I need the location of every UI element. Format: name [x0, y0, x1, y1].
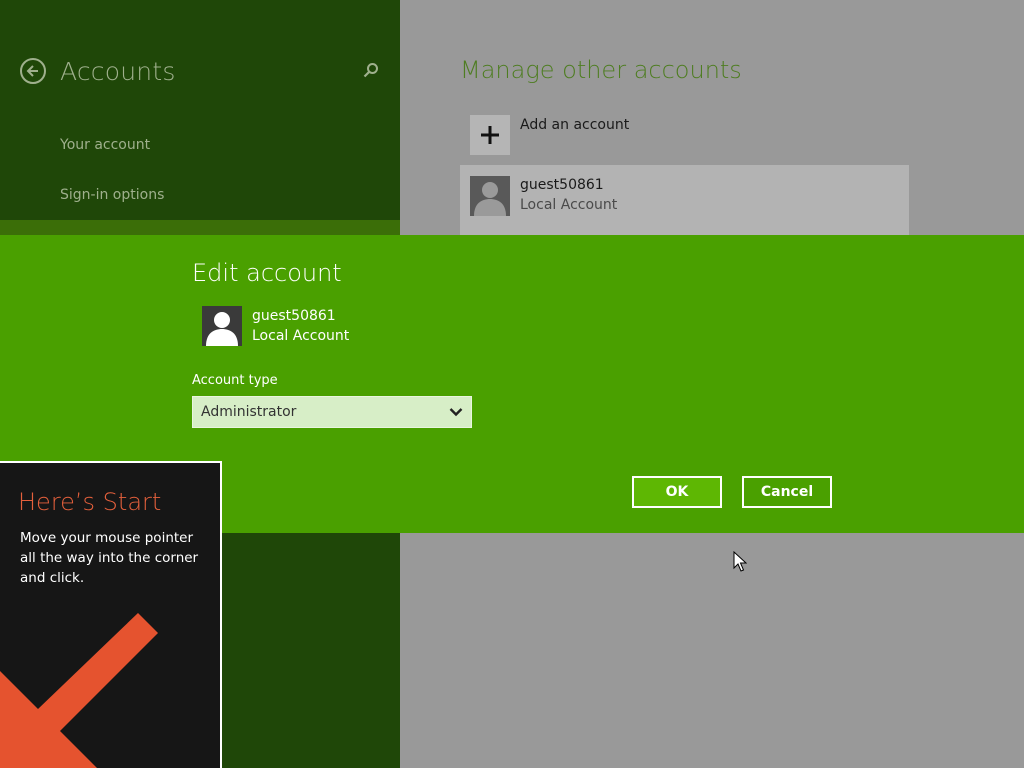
account-type-label: Account type [192, 373, 278, 388]
plus-icon [481, 126, 499, 144]
avatar [470, 176, 510, 216]
mouse-pointer-icon [733, 551, 747, 572]
nav-item-sign-in-options[interactable]: Sign-in options [60, 187, 164, 203]
page-title: Accounts [60, 56, 176, 86]
add-account-button[interactable]: Add an account [470, 115, 629, 155]
left-header: Accounts [20, 54, 176, 88]
dialog-user-type: Local Account [252, 328, 350, 344]
dialog-user-name: guest50861 [252, 308, 336, 324]
search-icon[interactable] [363, 62, 379, 78]
nav-item-selected-highlight[interactable] [0, 220, 400, 236]
dialog-user: guest50861 Local Account [202, 306, 349, 346]
section-title: Manage other accounts [460, 56, 742, 84]
tip-title: Here’s Start [18, 488, 162, 516]
cancel-button[interactable]: Cancel [742, 476, 832, 508]
add-tile [470, 115, 510, 155]
account-type-value: Administrator [201, 404, 297, 420]
back-button[interactable] [20, 58, 46, 84]
chevron-down-icon [449, 408, 463, 417]
start-tip-panel: Here’s Start Move your mouse pointer all… [0, 461, 222, 768]
account-type: Local Account [520, 197, 618, 213]
account-list-item[interactable]: guest50861 Local Account [460, 165, 909, 235]
user-silhouette-icon [206, 312, 238, 346]
tip-body: Move your mouse pointer all the way into… [20, 530, 199, 586]
ok-button[interactable]: OK [632, 476, 722, 508]
arrow-down-left-icon [0, 613, 158, 768]
nav-item-your-account[interactable]: Your account [60, 137, 150, 153]
avatar [202, 306, 242, 346]
dialog-title: Edit account [192, 259, 342, 287]
user-silhouette-icon [474, 182, 506, 216]
add-account-label: Add an account [520, 117, 630, 133]
dialog-user-info: guest50861 Local Account [252, 306, 349, 346]
back-arrow-circle-icon [26, 65, 38, 77]
account-name: guest50861 [520, 177, 604, 193]
account-type-select[interactable]: Administrator [192, 396, 472, 428]
